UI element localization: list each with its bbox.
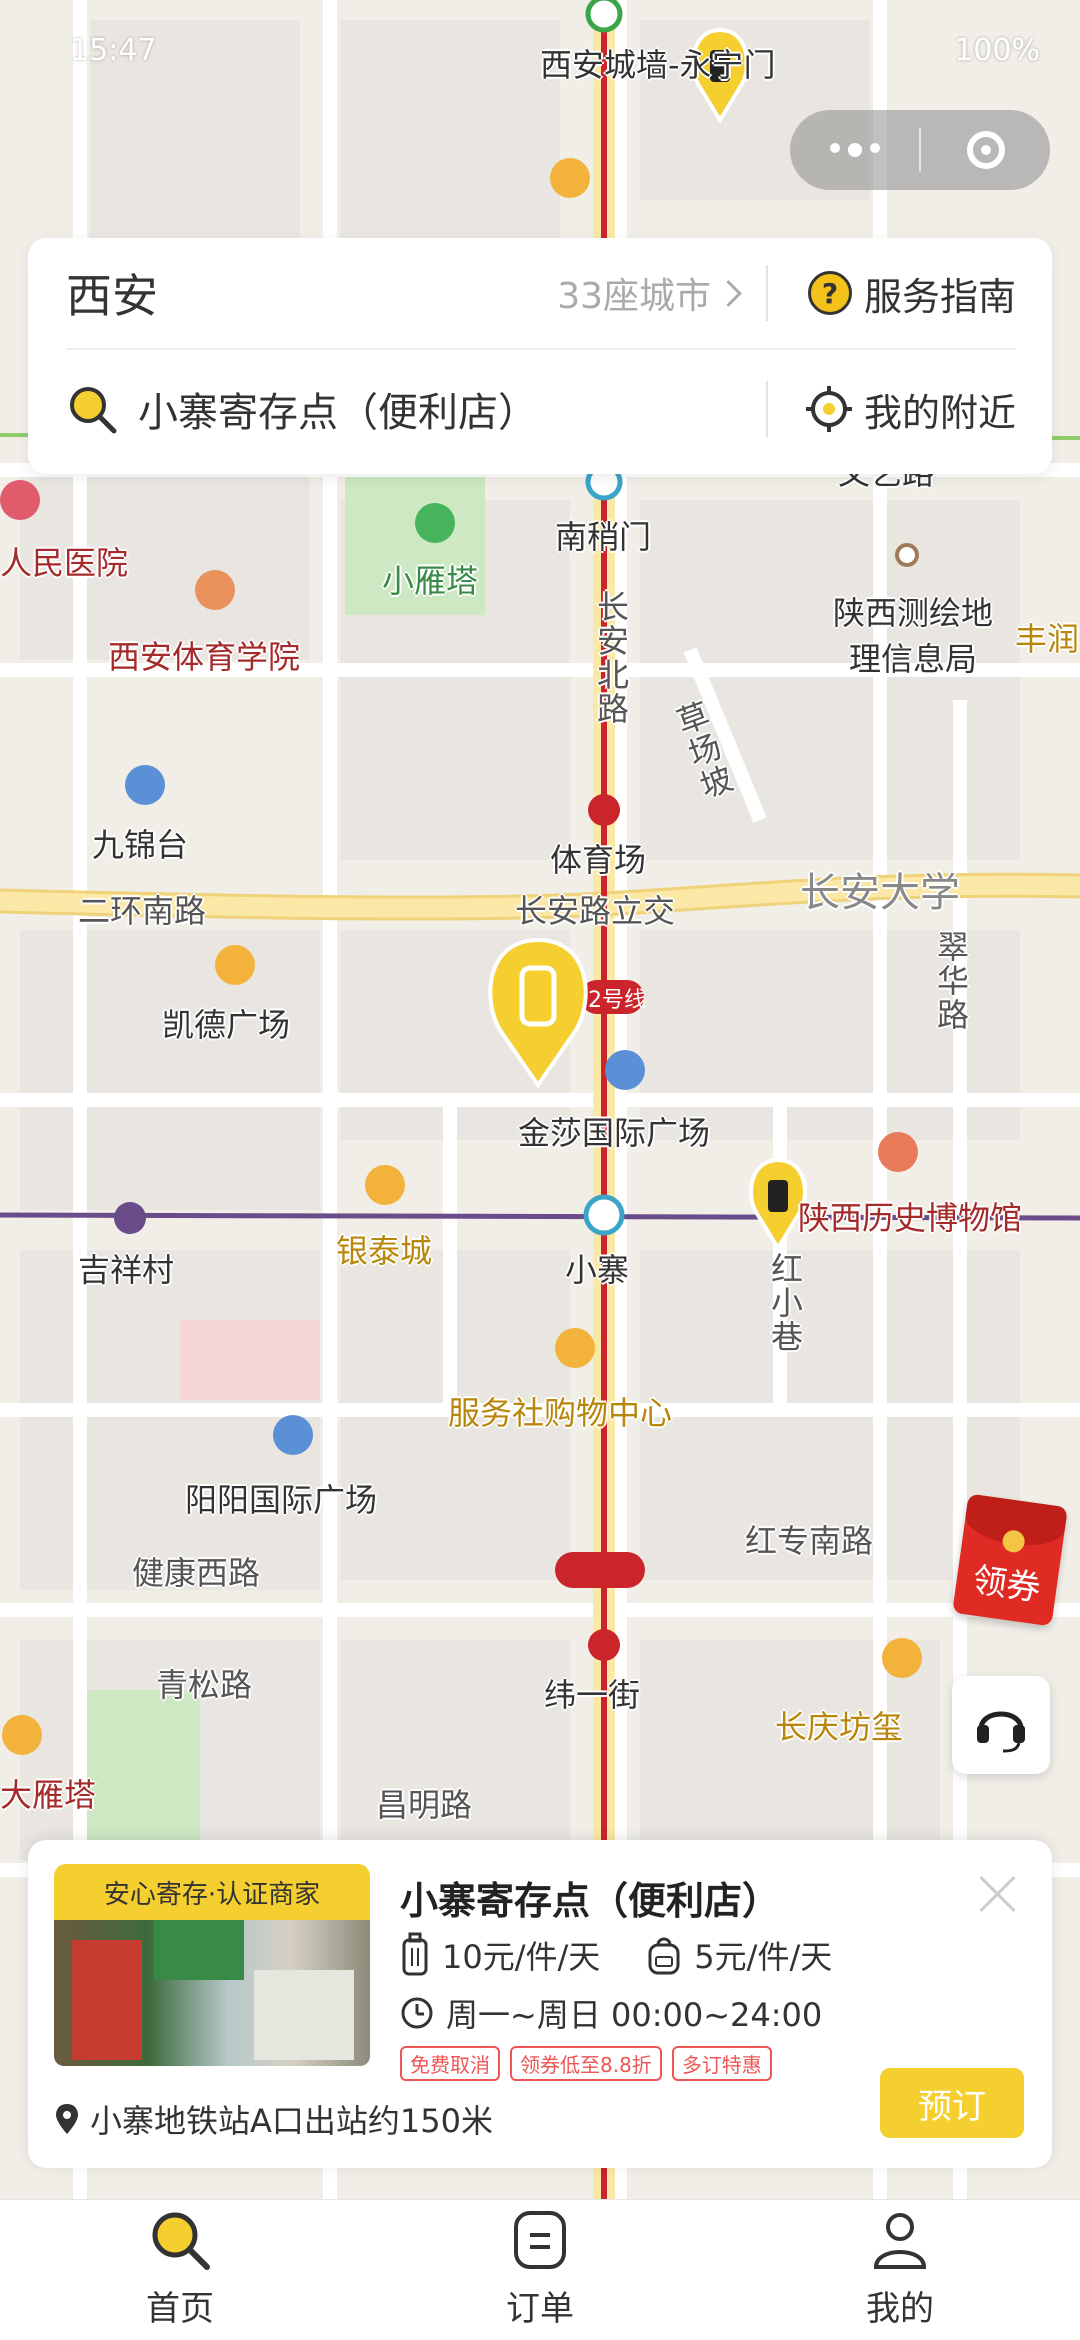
- search-icon: [70, 387, 117, 434]
- map-label: 体育场: [550, 841, 647, 879]
- city-count-label: 33座城市: [557, 276, 711, 317]
- store-photo: [54, 1920, 370, 2066]
- map-label: 九锦台: [92, 826, 189, 864]
- chevron-right-icon: [715, 279, 742, 307]
- status-time: 15:47: [70, 32, 157, 68]
- suitcase-icon: [402, 1932, 428, 1976]
- map-label: 西安体育学院: [108, 638, 301, 676]
- city-row: 西安 33座城市 ? 服务指南: [66, 238, 1016, 350]
- hours-row: 周一~周日 00:00~24:00: [400, 1990, 822, 2036]
- nearby-button[interactable]: 我的附近: [796, 382, 1016, 437]
- tab-label: 订单: [506, 2289, 574, 2329]
- coupon-label: 领券: [970, 1560, 1043, 1610]
- close-miniprogram-button[interactable]: [921, 110, 1050, 190]
- map-label: 青松路: [156, 1666, 253, 1704]
- nearby-label: 我的附近: [863, 390, 1016, 435]
- map-label: 昌明路: [376, 1786, 473, 1824]
- coupon-button[interactable]: 领券: [952, 1493, 1068, 1627]
- map-label: 长安大学: [800, 870, 960, 916]
- map-label: 纬一街: [544, 1676, 641, 1714]
- map-label: 金莎国际广场: [518, 1114, 711, 1152]
- clock-icon: [401, 1997, 433, 2029]
- metro-line-badge: 2号线: [588, 988, 646, 1013]
- search-icon: [152, 2212, 210, 2270]
- more-dots-icon: [829, 143, 880, 157]
- book-button[interactable]: 预订: [880, 2068, 1024, 2138]
- business-hours: 周一~周日 00:00~24:00: [446, 1996, 823, 2034]
- service-guide-button[interactable]: ? 服务指南: [796, 266, 1016, 321]
- status-battery: 100%: [954, 32, 1040, 68]
- headset-icon: [977, 1711, 1025, 1753]
- order-icon: [514, 2211, 566, 2269]
- location-pin-icon: [56, 2104, 78, 2134]
- user-icon: [873, 2213, 927, 2269]
- store-location: 小寨地铁站A口出站约150米: [90, 2102, 493, 2140]
- map-label: 阳阳国际广场: [185, 1481, 378, 1519]
- map-label: 长庆坊玺: [775, 1708, 904, 1746]
- customer-service-button[interactable]: [952, 1676, 1050, 1774]
- tab-label: 首页: [146, 2289, 214, 2329]
- map-label: 大雁塔: [0, 1776, 97, 1814]
- store-name: 小寨寄存点（便利店）: [400, 1879, 781, 1923]
- search-card: 西安 33座城市 ? 服务指南 小寨寄存点（便利店） 我的附近: [28, 238, 1052, 474]
- price-large-luggage: 10元/件/天: [442, 1938, 601, 1976]
- target-ring-icon: [966, 131, 1005, 169]
- tag: 领券低至8.8折: [510, 2046, 662, 2081]
- price-small-luggage: 5元/件/天: [694, 1938, 833, 1976]
- city-count-link[interactable]: 33座城市: [557, 267, 742, 319]
- map-label: 南稍门: [555, 518, 652, 556]
- price-row: 10元/件/天 5元/件/天: [400, 1932, 878, 1978]
- map-label: 人民医院: [0, 544, 129, 582]
- city-name[interactable]: 西安: [66, 260, 158, 326]
- store-card[interactable]: 安心寄存·认证商家 小寨寄存点（便利店） 10元/件/天 5元/件/天 周一~周…: [28, 1840, 1052, 2168]
- tab-orders[interactable]: 订单: [360, 2200, 720, 2340]
- map-label: 陕西历史博物馆: [798, 1199, 1023, 1237]
- status-bar: 15:47 100%: [70, 20, 1040, 80]
- map-label: 服务社购物中心: [448, 1394, 673, 1432]
- close-icon[interactable]: [978, 1874, 1018, 1914]
- map-label: 银泰城: [336, 1232, 433, 1270]
- location-row: 小寨地铁站A口出站约150米: [54, 2096, 493, 2142]
- search-input[interactable]: 小寨寄存点（便利店）: [138, 380, 538, 438]
- map-label: 凯德广场: [162, 1006, 291, 1044]
- tab-mine[interactable]: 我的: [720, 2200, 1080, 2340]
- map-label: 小雁塔: [382, 562, 479, 600]
- tag: 多订特惠: [671, 2046, 772, 2081]
- locate-icon: [805, 386, 852, 432]
- certified-badge: 安心寄存·认证商家: [54, 1864, 370, 1920]
- map-label: 翠华路: [932, 930, 970, 1032]
- map-label: 丰润: [1015, 620, 1080, 658]
- map-label: 陕西测绘地理信息局: [832, 594, 993, 678]
- tab-label: 我的: [866, 2289, 934, 2329]
- map-label: 小寨: [565, 1251, 630, 1289]
- more-button[interactable]: [790, 110, 919, 190]
- map-label: 红专南路: [745, 1522, 874, 1560]
- tab-bar: 首页 订单 我的: [0, 2199, 1080, 2340]
- search-row: 小寨寄存点（便利店） 我的附近: [66, 354, 1016, 464]
- help-icon: ?: [807, 271, 852, 315]
- map-label: 长安路立交: [515, 892, 676, 930]
- service-guide-label: 服务指南: [863, 274, 1016, 319]
- map-label: 吉祥村: [78, 1251, 175, 1289]
- tags-row: 免费取消 领券低至8.8折 多订特惠: [400, 2046, 772, 2081]
- map-label: 红小巷: [766, 1252, 804, 1354]
- map-label: 长安北路: [592, 590, 630, 726]
- map-label: 健康西路: [132, 1554, 261, 1592]
- tag: 免费取消: [400, 2046, 500, 2081]
- tab-home[interactable]: 首页: [0, 2200, 360, 2340]
- miniprogram-capsule: [790, 110, 1050, 190]
- map-label: 二环南路: [78, 892, 207, 930]
- backpack-icon: [648, 1937, 680, 1975]
